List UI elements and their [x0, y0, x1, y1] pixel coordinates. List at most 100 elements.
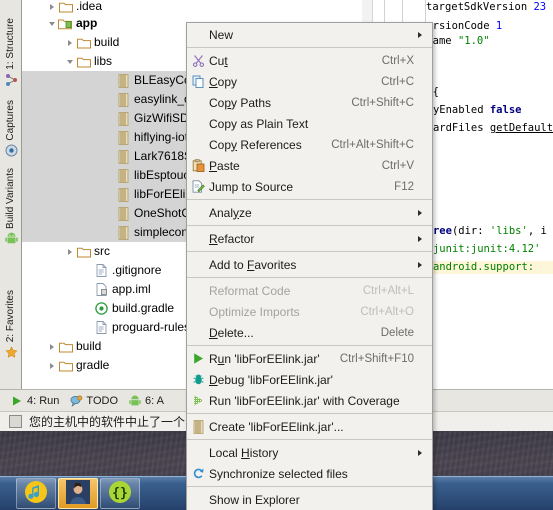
- menu-item-shortcut: Ctrl+Alt+Shift+C: [331, 138, 414, 151]
- taskbar-button-photo-viewer[interactable]: [58, 478, 98, 509]
- tree-row[interactable]: build: [22, 33, 119, 52]
- menu-item-label: Run 'libForEElink.jar' with Coverage: [209, 393, 400, 408]
- left-tool-rail: 1: Structure Captures Build Variants 2: …: [0, 0, 22, 410]
- tree-row[interactable]: .gitignore: [22, 261, 161, 280]
- bottom-tab-run[interactable]: 4: Run: [10, 394, 59, 408]
- jar-icon: [116, 225, 131, 241]
- menu-item-shortcut: Delete: [380, 326, 414, 339]
- captures-icon: [3, 143, 19, 159]
- menu-item-shortcut: Ctrl+V: [381, 159, 414, 172]
- file-icon: [94, 320, 109, 336]
- tree-arrow-none: [104, 90, 116, 109]
- menu-item-copy-references[interactable]: Copy References Ctrl+Alt+Shift+C: [187, 134, 432, 155]
- menu-item-no-icon: [187, 280, 209, 301]
- chevron-expanded-icon[interactable]: [64, 52, 76, 71]
- menu-item-create-libforeelink-jar[interactable]: Create 'libForEElink.jar'...: [187, 416, 432, 437]
- tree-row[interactable]: libs: [22, 52, 112, 71]
- tree-row[interactable]: app.iml: [22, 280, 151, 299]
- menu-item-no-icon: [187, 113, 209, 134]
- sidebar-tab-structure[interactable]: 1: Structure: [0, 18, 22, 88]
- menu-item-no-icon: [187, 134, 209, 155]
- status-indicator-box: [9, 415, 22, 428]
- sidebar-tab-build-variants-label: Build Variants: [5, 168, 16, 229]
- tree-row-label: build.gradle: [112, 301, 175, 315]
- menu-item-no-icon: [187, 301, 209, 322]
- menu-item-label: Paste: [209, 158, 240, 173]
- context-menu[interactable]: New Cut Ctrl+X Copy Ctrl+C Copy Paths Ctrl+Shi…: [186, 22, 433, 510]
- bottom-tab-todo[interactable]: TODO: [69, 394, 118, 408]
- menu-item-label: Copy: [209, 74, 238, 89]
- menu-item-show-in-explorer[interactable]: Show in Explorer: [187, 489, 432, 510]
- jar-icon: [116, 168, 131, 184]
- chevron-collapsed-icon[interactable]: [64, 242, 76, 261]
- chevron-right-icon: [414, 450, 426, 456]
- tree-row[interactable]: build: [22, 337, 101, 356]
- tree-row-label: src: [94, 244, 110, 258]
- menu-item-shortcut: Ctrl+Alt+L: [362, 284, 414, 297]
- jar-icon: [116, 130, 131, 146]
- menu-item-label: Synchronize selected files: [209, 466, 348, 481]
- chevron-collapsed-icon[interactable]: [46, 337, 58, 356]
- bottom-tab-android[interactable]: 6: A: [128, 394, 164, 408]
- cover-icon: [187, 390, 209, 411]
- menu-item-refactor[interactable]: Refactor: [187, 228, 432, 249]
- chevron-expanded-icon[interactable]: [46, 14, 58, 33]
- tree-row-label: libs: [94, 54, 113, 68]
- menu-item-no-icon: [187, 322, 209, 343]
- menu-item-jump-to-source[interactable]: Jump to Source F12: [187, 176, 432, 197]
- chevron-collapsed-icon[interactable]: [46, 356, 58, 375]
- menu-item-shortcut: Ctrl+C: [381, 75, 414, 88]
- menu-item-cut[interactable]: Cut Ctrl+X: [187, 50, 432, 71]
- menu-item-copy[interactable]: Copy Ctrl+C: [187, 71, 432, 92]
- file-icon: [94, 263, 109, 279]
- menu-separator: [187, 439, 432, 440]
- menu-item-debug-libforeelink-jar[interactable]: Debug 'libForEElink.jar': [187, 369, 432, 390]
- jar-icon: [116, 149, 131, 165]
- sidebar-tab-build-variants[interactable]: Build Variants: [0, 168, 22, 247]
- menu-item-shortcut: Ctrl+Shift+C: [351, 96, 414, 109]
- menu-item-run-libforeelink-jar[interactable]: Run 'libForEElink.jar' Ctrl+Shift+F10: [187, 348, 432, 369]
- menu-item-label: Copy References: [209, 137, 302, 152]
- chevron-right-icon: [414, 210, 426, 216]
- sidebar-tab-captures[interactable]: Captures: [0, 100, 22, 159]
- menu-item-delete[interactable]: Delete... Delete: [187, 322, 432, 343]
- menu-item-no-icon: [187, 92, 209, 113]
- menu-separator: [187, 413, 432, 414]
- sidebar-tab-favorites-label: 2: Favorites: [5, 290, 16, 343]
- menu-separator: [187, 199, 432, 200]
- menu-item-analyze[interactable]: Analyze: [187, 202, 432, 223]
- tree-row-label: app: [76, 16, 98, 30]
- menu-item-copy-as-plain-text[interactable]: Copy as Plain Text: [187, 113, 432, 134]
- menu-separator: [187, 486, 432, 487]
- tree-arrow-none: [104, 166, 116, 185]
- tree-row[interactable]: src: [22, 242, 110, 261]
- jump-icon: [187, 176, 209, 197]
- tree-row[interactable]: app: [22, 14, 97, 33]
- taskbar-button-qq-music[interactable]: [16, 478, 56, 509]
- folder-icon: [58, 358, 73, 374]
- menu-item-synchronize-selected-files[interactable]: Synchronize selected files: [187, 463, 432, 484]
- tree-arrow-none: [104, 128, 116, 147]
- tree-row[interactable]: gradle: [22, 356, 109, 375]
- jar-icon: [116, 73, 131, 89]
- menu-item-add-to-favorites[interactable]: Add to Favorites: [187, 254, 432, 275]
- menu-item-local-history[interactable]: Local History: [187, 442, 432, 463]
- android-icon: [128, 394, 142, 408]
- menu-item-reformat-code: Reformat Code Ctrl+Alt+L: [187, 280, 432, 301]
- tree-arrow-none: [82, 280, 94, 299]
- sidebar-tab-favorites[interactable]: 2: Favorites: [0, 290, 22, 360]
- jar-icon: [116, 111, 131, 127]
- tree-arrow-none: [104, 147, 116, 166]
- menu-item-copy-paths[interactable]: Copy Paths Ctrl+Shift+C: [187, 92, 432, 113]
- tree-row[interactable]: proguard-rules.p: [22, 318, 200, 337]
- code-line: oguardFiles getDefault: [414, 122, 553, 134]
- chevron-right-icon: [414, 262, 426, 268]
- module-icon: [58, 16, 73, 32]
- menu-item-paste[interactable]: Paste Ctrl+V: [187, 155, 432, 176]
- chevron-collapsed-icon[interactable]: [64, 33, 76, 52]
- taskbar-button-json-editor[interactable]: {}: [100, 478, 140, 509]
- tree-arrow-none: [82, 318, 94, 337]
- tree-row[interactable]: build.gradle: [22, 299, 174, 318]
- menu-item-new[interactable]: New: [187, 24, 432, 45]
- menu-item-run-libforeelink-jar-with-coverage[interactable]: Run 'libForEElink.jar' with Coverage: [187, 390, 432, 411]
